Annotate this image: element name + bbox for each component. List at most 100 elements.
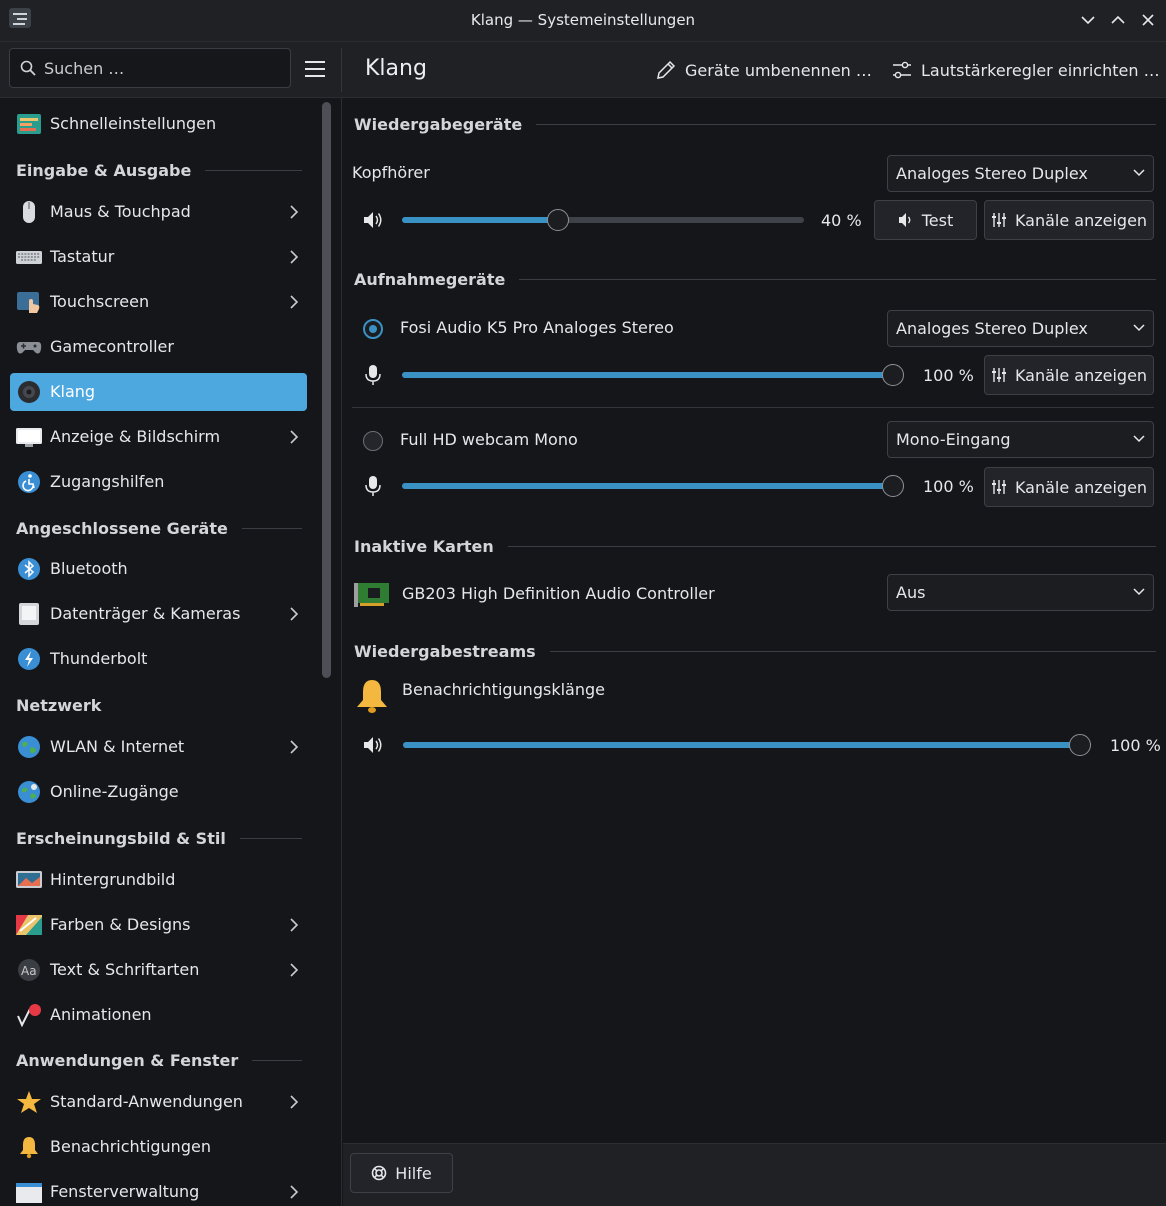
microphone-icon[interactable] xyxy=(362,475,384,497)
accessibility-icon xyxy=(18,471,40,493)
speaker-volume-icon[interactable] xyxy=(362,209,384,231)
slider-handle[interactable] xyxy=(882,475,904,497)
sidebar-item-label: Bluetooth xyxy=(50,559,128,578)
webcam-profile-select[interactable]: Mono-Eingang xyxy=(887,421,1154,458)
sidebar: Schnelleinstellungen Eingabe & Ausgabe M… xyxy=(0,98,342,1206)
webcam-channels-button[interactable]: Kanäle anzeigen xyxy=(984,467,1154,507)
playback-channels-label: Kanäle anzeigen xyxy=(1014,210,1148,230)
webcam-volume-label: 100 % xyxy=(923,477,974,496)
chevron-right-icon xyxy=(290,250,299,264)
webcam-volume-slider[interactable] xyxy=(402,474,904,498)
playback-volume-label: 40 % xyxy=(821,211,862,230)
search-icon xyxy=(20,60,36,76)
webcam-profile-value: Mono-Eingang xyxy=(896,430,1011,449)
sidebar-item-label: Klang xyxy=(50,382,96,401)
playback-volume-slider[interactable] xyxy=(402,208,804,232)
sidebar-item-accessibility[interactable]: Zugangshilfen xyxy=(10,463,307,501)
sidebar-item-quick-settings[interactable]: Schnelleinstellungen xyxy=(10,105,307,143)
storage-device-icon xyxy=(19,603,39,625)
footer: Hilfe xyxy=(343,1143,1166,1206)
rename-devices-button[interactable]: Geräte umbenennen … xyxy=(655,56,872,84)
sidebar-item-label: Thunderbolt xyxy=(50,649,148,668)
recording-volume-slider[interactable] xyxy=(402,363,904,387)
sidebar-item-label: Zugangshilfen xyxy=(50,472,165,491)
sidebar-item-label: Animationen xyxy=(50,1005,152,1024)
recording-profile-select[interactable]: Analoges Stereo Duplex xyxy=(887,310,1154,347)
sidebar-item-colors[interactable]: Farben & Designs xyxy=(10,906,307,944)
recording-channels-button[interactable]: Kanäle anzeigen xyxy=(984,355,1154,395)
section-devices-title: Angeschlossene Geräte xyxy=(16,518,228,538)
minimize-button[interactable] xyxy=(1077,9,1099,31)
sidebar-item-online-accounts[interactable]: Online-Zugänge xyxy=(10,773,307,811)
section-inactive-cards: Inaktive Karten xyxy=(354,534,1156,558)
font-icon: Aa xyxy=(18,959,40,981)
chevron-right-icon xyxy=(290,918,299,932)
toolbar: Suchen … Klang Geräte umbenennen … Lauts… xyxy=(0,42,1166,98)
window-icon xyxy=(16,1183,42,1203)
stream-volume-slider[interactable] xyxy=(403,733,1091,757)
sidebar-item-mouse[interactable]: Maus & Touchpad xyxy=(10,193,307,231)
playback-profile-value: Analoges Stereo Duplex xyxy=(896,164,1088,183)
search-placeholder: Suchen … xyxy=(44,59,125,78)
section-recording: Aufnahmegeräte xyxy=(354,267,1156,291)
sidebar-item-label: WLAN & Internet xyxy=(50,737,185,756)
help-button[interactable]: Hilfe xyxy=(350,1153,453,1193)
sidebar-item-storage[interactable]: Datenträger & Kameras xyxy=(10,595,307,633)
quick-settings-icon xyxy=(17,114,41,134)
sidebar-item-fonts[interactable]: Aa Text & Schriftarten xyxy=(10,951,307,989)
recording-volume-label: 100 % xyxy=(923,366,974,385)
star-icon xyxy=(17,1091,41,1113)
sidebar-item-wallpaper[interactable]: Hintergrundbild xyxy=(10,861,307,899)
sidebar-scrollbar[interactable] xyxy=(322,102,331,678)
close-button[interactable] xyxy=(1137,9,1159,31)
sidebar-item-touchscreen[interactable]: Touchscreen xyxy=(10,283,307,321)
inactive-card-name: GB203 High Definition Audio Controller xyxy=(402,584,715,603)
sound-card-icon xyxy=(354,583,389,607)
section-recording-title: Aufnahmegeräte xyxy=(354,269,506,289)
sidebar-item-label: Hintergrundbild xyxy=(50,870,176,889)
sidebar-item-keyboard[interactable]: Tastatur xyxy=(10,238,307,276)
bell-icon xyxy=(20,1137,38,1159)
sidebar-item-label: Touchscreen xyxy=(50,292,150,311)
globe-icon xyxy=(18,736,40,758)
slider-handle[interactable] xyxy=(882,364,904,386)
sidebar-item-display[interactable]: Anzeige & Bildschirm xyxy=(10,418,307,456)
sidebar-item-gamecontroller[interactable]: Gamecontroller xyxy=(10,328,307,366)
hamburger-menu-button[interactable] xyxy=(302,56,328,82)
microphone-icon[interactable] xyxy=(362,364,384,386)
sidebar-item-wifi[interactable]: WLAN & Internet xyxy=(10,728,307,766)
sidebar-item-bluetooth[interactable]: Bluetooth xyxy=(10,550,307,588)
sidebar-item-animations[interactable]: Animationen xyxy=(10,996,307,1034)
maximize-button[interactable] xyxy=(1107,9,1129,31)
sidebar-item-label: Standard-Anwendungen xyxy=(50,1092,243,1111)
section-io: Eingabe & Ausgabe xyxy=(16,158,302,182)
chevron-right-icon xyxy=(290,430,299,444)
sidebar-item-window-management[interactable]: Fensterverwaltung xyxy=(10,1173,307,1206)
sidebar-item-notifications[interactable]: Benachrichtigungen xyxy=(10,1128,307,1166)
sidebar-item-thunderbolt[interactable]: Thunderbolt xyxy=(10,640,307,678)
sidebar-item-sound[interactable]: Klang xyxy=(10,373,307,411)
section-playback: Wiedergabegeräte xyxy=(354,112,1156,136)
close-icon xyxy=(1142,14,1154,26)
chevron-right-icon xyxy=(290,205,299,219)
default-device-radio[interactable] xyxy=(363,431,383,451)
default-device-radio[interactable] xyxy=(363,319,383,339)
sidebar-item-default-apps[interactable]: Standard-Anwendungen xyxy=(10,1083,307,1121)
inactive-card-profile-select[interactable]: Aus xyxy=(887,574,1154,611)
device-separator xyxy=(352,407,1154,408)
monitor-icon xyxy=(16,428,42,447)
sliders-icon xyxy=(893,61,911,79)
chevron-down-icon xyxy=(1081,16,1095,25)
search-input[interactable]: Suchen … xyxy=(9,48,291,88)
playback-profile-select[interactable]: Analoges Stereo Duplex xyxy=(887,155,1154,192)
sidebar-item-label: Text & Schriftarten xyxy=(50,960,200,979)
speaker-volume-icon[interactable] xyxy=(362,734,384,756)
volume-controls-button[interactable]: Lautstärkeregler einrichten … xyxy=(891,56,1160,84)
test-button[interactable]: Test xyxy=(874,200,977,240)
slider-handle[interactable] xyxy=(1069,734,1091,756)
playback-channels-button[interactable]: Kanäle anzeigen xyxy=(984,200,1154,240)
section-appearance-title: Erscheinungsbild & Stil xyxy=(16,828,226,848)
main-content: Wiedergabegeräte Kopfhörer Analoges Ster… xyxy=(343,98,1166,1143)
slider-handle[interactable] xyxy=(547,209,569,231)
slider-fill xyxy=(402,483,893,489)
